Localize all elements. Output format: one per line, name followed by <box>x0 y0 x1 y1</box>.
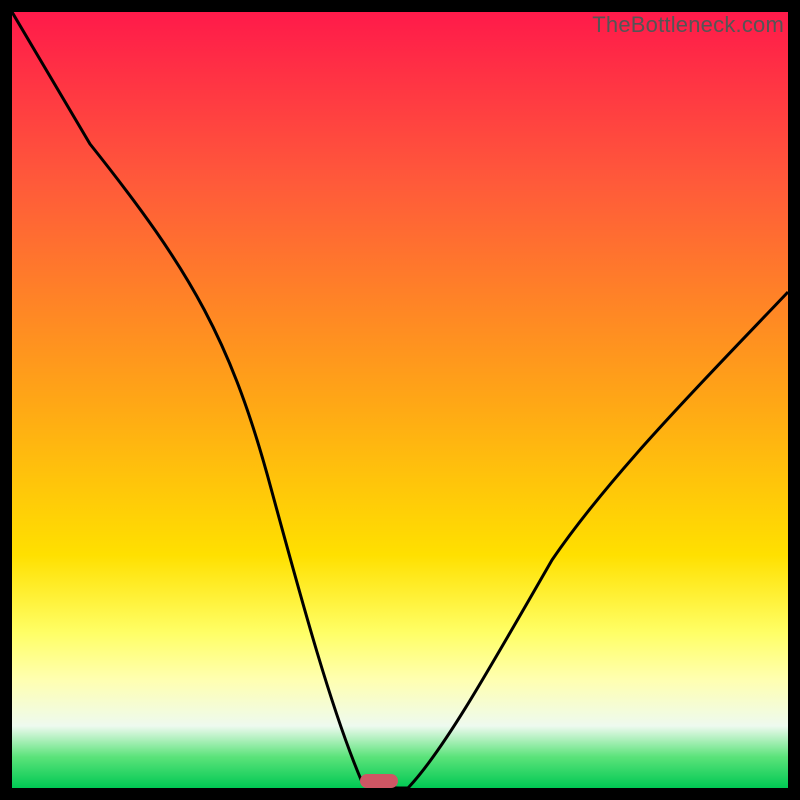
min-marker <box>360 774 398 788</box>
chart-frame: TheBottleneck.com <box>0 0 800 800</box>
curve-path <box>12 12 788 788</box>
bottleneck-curve <box>12 12 788 788</box>
chart-plot-area: TheBottleneck.com <box>12 12 788 788</box>
